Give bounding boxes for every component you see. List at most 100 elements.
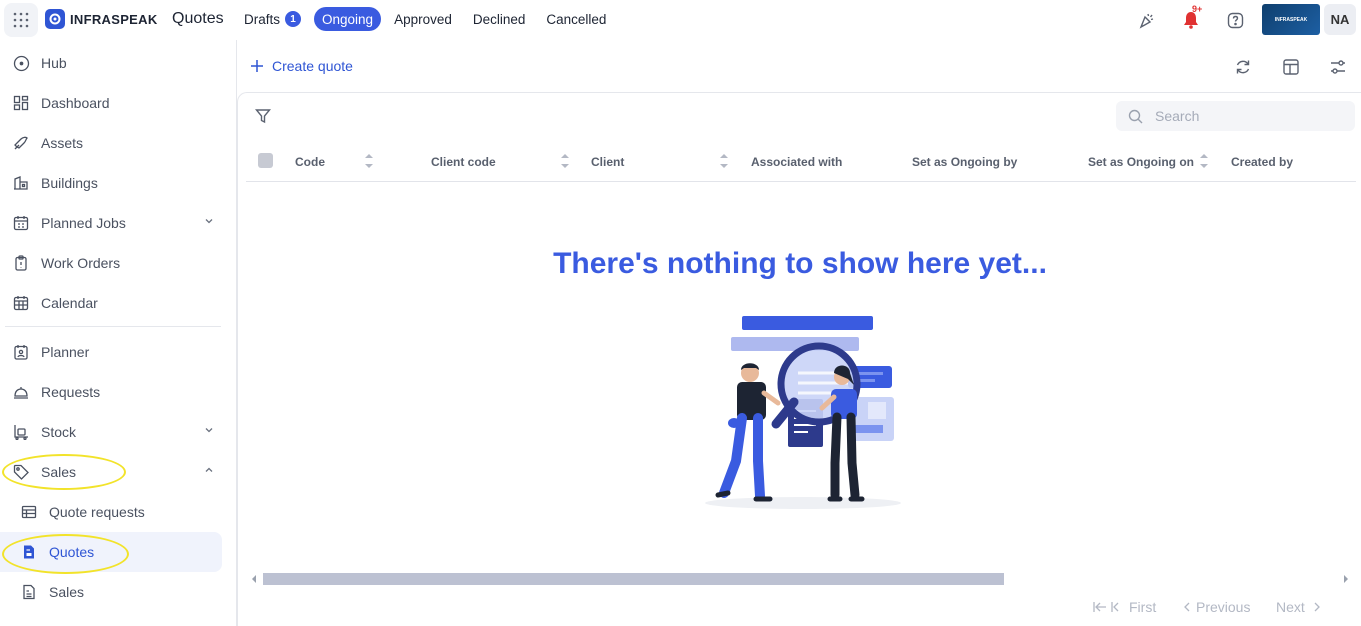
column-header-client-code[interactable]: Client code	[431, 155, 496, 169]
organization-logo[interactable]: INFRASPEAK	[1262, 4, 1320, 35]
sort-icon[interactable]	[719, 151, 729, 171]
sort-icon[interactable]	[1199, 151, 1209, 171]
org-logo-text: INFRASPEAK	[1274, 16, 1308, 23]
toolbar: Create quote	[238, 40, 1361, 92]
quotes-highlight-ellipse	[2, 534, 129, 574]
status-tabs: Drafts 1 Ongoing Approved Declined Cance…	[236, 7, 619, 31]
plus-icon	[251, 60, 263, 72]
sidebar-item-label: Sales	[49, 584, 85, 600]
select-all-checkbox[interactable]	[258, 153, 273, 168]
sidebar-item-work-orders[interactable]: Work Orders	[0, 243, 222, 283]
filter-icon[interactable]	[255, 108, 271, 129]
empty-state-title: There's nothing to show here yet...	[553, 247, 1047, 280]
scrollbar-thumb[interactable]	[263, 573, 1004, 585]
chevron-down-icon[interactable]	[204, 216, 214, 226]
column-header-created-by[interactable]: Created by	[1231, 155, 1293, 169]
column-header-client[interactable]: Client	[591, 155, 624, 169]
brand-logo[interactable]: INFRASPEAK	[45, 9, 158, 29]
sales-doc-icon	[20, 583, 38, 601]
tab-label: Ongoing	[322, 11, 374, 27]
pagination-next[interactable]: Next	[1276, 599, 1323, 615]
stock-icon	[12, 423, 30, 441]
tab-cancelled[interactable]: Cancelled	[538, 7, 614, 31]
calendar-icon	[12, 294, 30, 312]
sidebar-item-stock[interactable]: Stock	[0, 412, 222, 452]
calendar-check-icon	[12, 214, 30, 232]
tab-ongoing[interactable]: Ongoing	[314, 7, 382, 31]
tab-drafts[interactable]: Drafts 1	[236, 7, 309, 31]
sidebar-item-label: Requests	[41, 384, 101, 400]
party-popper-icon[interactable]	[1137, 10, 1157, 30]
sidebar-item-buildings[interactable]: Buildings	[0, 163, 222, 203]
sort-icon[interactable]	[364, 151, 374, 171]
drafts-count-badge: 1	[285, 11, 302, 27]
tab-label: Cancelled	[546, 11, 607, 27]
pagination-previous[interactable]: Previous	[1182, 599, 1250, 615]
column-header-set-as-ongoing-on[interactable]: Set as Ongoing on	[1088, 155, 1194, 169]
sidebar-item-planner[interactable]: Planner	[0, 332, 222, 372]
column-header-set-as-ongoing-by[interactable]: Set as Ongoing by	[912, 155, 1017, 169]
sidebar-item-label: Assets	[41, 135, 84, 151]
search-icon	[1128, 109, 1143, 123]
user-avatar[interactable]: NA	[1324, 4, 1356, 35]
sidebar-item-requests[interactable]: Requests	[0, 372, 222, 412]
sidebar-item-label: Buildings	[41, 175, 98, 191]
tab-label: Approved	[394, 11, 452, 27]
tab-approved[interactable]: Approved	[386, 7, 460, 31]
pagination-previous-label: Previous	[1196, 599, 1251, 615]
dashboard-icon	[12, 94, 30, 112]
chevron-down-icon[interactable]	[204, 425, 214, 435]
sidebar-item-label: Planner	[41, 344, 90, 360]
brand-name: INFRASPEAK	[70, 11, 158, 27]
first-page-icon	[1111, 602, 1119, 612]
buildings-icon	[12, 174, 30, 192]
chevron-up-icon[interactable]	[204, 465, 214, 475]
clipboard-icon	[12, 254, 30, 272]
scroll-right-arrow-icon[interactable]	[1342, 574, 1350, 584]
quotes-panel: Code Client code Client Associated with …	[237, 92, 1361, 626]
sidebar-item-label: Dashboard	[41, 95, 110, 111]
tab-label: Drafts	[244, 11, 281, 27]
settings-sliders-icon[interactable]	[1329, 58, 1347, 76]
empty-state-illustration	[705, 316, 901, 509]
column-header-associated-with[interactable]: Associated with	[751, 155, 842, 169]
horizontal-scrollbar[interactable]	[248, 571, 1352, 587]
sidebar-item-label: Planned Jobs	[41, 215, 126, 231]
assets-icon	[12, 134, 30, 152]
app-title: Quotes	[172, 10, 224, 27]
grid-icon	[13, 12, 29, 28]
sidebar-item-label: Stock	[41, 424, 77, 440]
sidebar-item-calendar[interactable]: Calendar	[0, 283, 222, 323]
create-quote-button[interactable]: Create quote	[250, 58, 353, 74]
sidebar-item-label: Calendar	[41, 295, 98, 311]
layout-columns-icon[interactable]	[1282, 58, 1300, 76]
sort-icon[interactable]	[560, 151, 570, 171]
notification-count-badge: 9+	[1192, 4, 1203, 14]
tab-declined[interactable]: Declined	[465, 7, 534, 31]
search-input[interactable]	[1155, 108, 1335, 124]
top-bar: INFRASPEAK Quotes Drafts 1 Ongoing Appro…	[0, 0, 1361, 40]
sales-highlight-ellipse	[2, 454, 126, 490]
first-page-icon	[1093, 602, 1106, 612]
help-icon[interactable]	[1225, 10, 1245, 30]
tab-label: Declined	[472, 11, 526, 27]
apps-grid-button[interactable]	[4, 3, 38, 37]
sidebar-item-hub[interactable]: Hub	[0, 43, 222, 83]
sidebar-item-dashboard[interactable]: Dashboard	[0, 83, 222, 123]
pagination-next-label: Next	[1276, 599, 1305, 615]
sidebar-item-assets[interactable]: Assets	[0, 123, 222, 163]
hub-icon	[12, 54, 30, 72]
pagination-first-label: First	[1129, 599, 1157, 615]
sidebar-item-sales-documents[interactable]: Sales	[0, 572, 222, 612]
scroll-left-arrow-icon[interactable]	[250, 574, 258, 584]
sidebar-item-quote-requests[interactable]: Quote requests	[0, 492, 222, 532]
sidebar-divider	[5, 326, 221, 327]
chevron-right-icon	[1314, 602, 1320, 612]
chevron-left-icon	[1184, 602, 1190, 612]
sidebar-item-planned-jobs[interactable]: Planned Jobs	[0, 203, 222, 243]
logo-gear-icon	[45, 9, 65, 29]
pagination-first[interactable]: First	[1093, 599, 1156, 615]
column-header-code[interactable]: Code	[295, 155, 325, 169]
search-box[interactable]	[1116, 101, 1355, 131]
refresh-icon[interactable]	[1234, 58, 1252, 76]
